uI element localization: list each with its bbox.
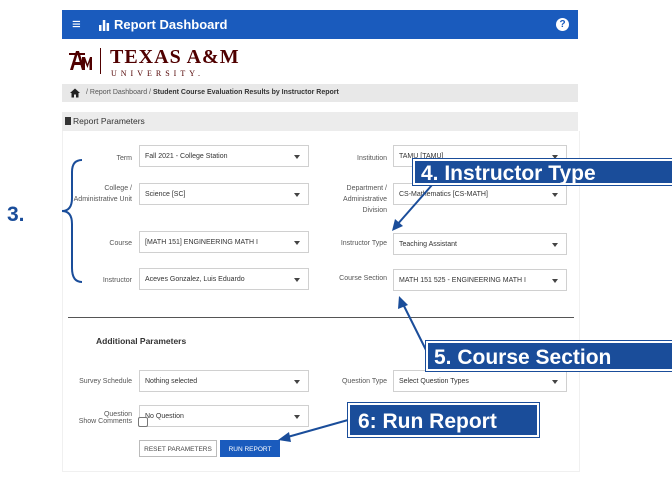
step3-annotation: 3. — [7, 203, 25, 226]
step6-annotation: 6: Run Report — [347, 402, 540, 438]
step5-arrow-head — [398, 296, 408, 309]
step4-annotation: 4. Instructor Type — [412, 158, 672, 186]
step6-arrow-line — [283, 419, 349, 439]
step5-arrow-line — [401, 301, 427, 351]
step5-annotation: 5. Course Section — [425, 340, 672, 372]
annotation-overlay — [61, 159, 433, 442]
step4-arrow-line — [395, 184, 433, 227]
step3-brace — [61, 159, 83, 283]
step6-arrow-head — [278, 432, 291, 442]
